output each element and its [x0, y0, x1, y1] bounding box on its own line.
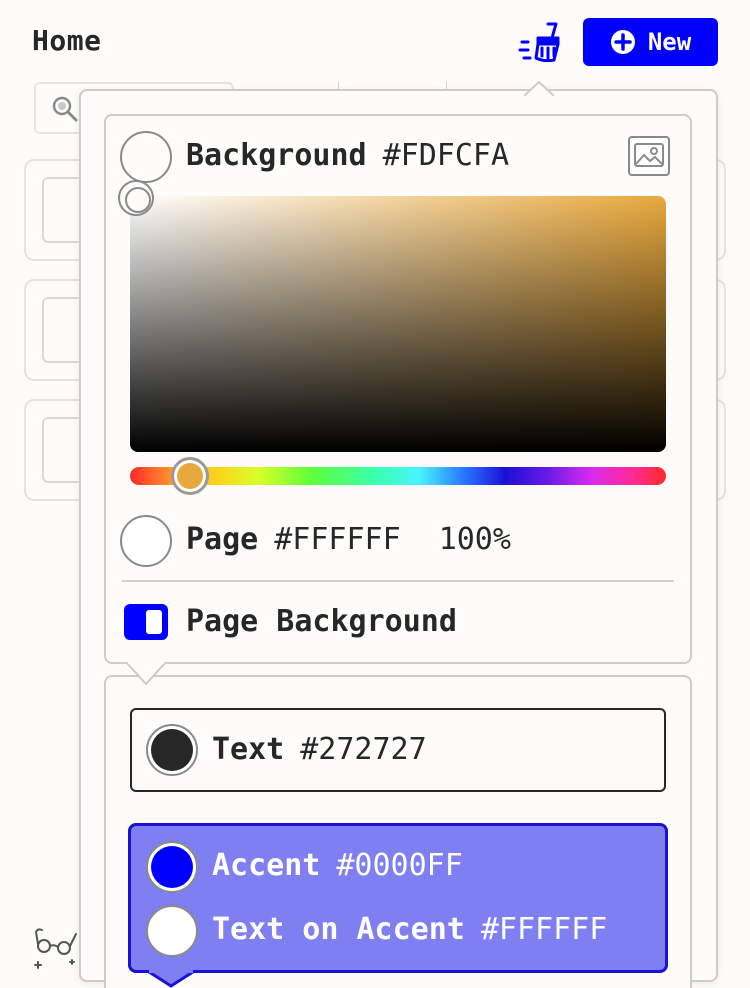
page-title: Home [32, 24, 102, 57]
panel-notch [126, 662, 166, 686]
hue-slider-handle[interactable] [171, 457, 209, 495]
image-icon[interactable] [628, 136, 670, 176]
toggle-knob [146, 610, 162, 634]
plus-circle-icon [610, 30, 635, 54]
page-color-row: Page #FFFFFF 100% [186, 522, 511, 557]
text-on-accent-hex: #FFFFFF [480, 912, 608, 947]
text-on-accent-row: Text on Accent #FFFFFF [212, 912, 607, 947]
paint-brush-icon[interactable] [518, 20, 564, 64]
page-background-row: Page Background [186, 604, 457, 639]
accent-color-row: Accent #0000FF [212, 848, 463, 883]
page-opacity[interactable]: 100% [439, 522, 511, 557]
saturation-brightness-picker[interactable] [130, 196, 666, 452]
text-label: Text [212, 732, 285, 767]
background-label: Background [186, 138, 367, 173]
page-background-toggle[interactable] [124, 604, 168, 640]
glasses-icon[interactable] [32, 924, 80, 970]
text-on-accent-label: Text on Accent [212, 912, 465, 947]
popover-notch [524, 80, 554, 96]
new-button[interactable]: New [583, 18, 718, 66]
page-color-swatch[interactable] [120, 515, 172, 567]
saturation-handle[interactable] [118, 180, 154, 216]
accent-color-option[interactable] [128, 823, 668, 973]
background-row: Background #FDFCFA [186, 138, 509, 173]
text-color-swatch[interactable] [146, 724, 198, 776]
page-background-label: Page Background [186, 604, 457, 639]
divider [122, 580, 674, 582]
new-button-label: New [647, 28, 692, 56]
page-hex: #FFFFFF [274, 522, 401, 557]
page-label: Page [186, 522, 259, 557]
accent-hex: #0000FF [336, 848, 463, 883]
background-swatch[interactable] [120, 131, 172, 183]
accent-color-swatch[interactable] [146, 841, 198, 893]
hue-slider[interactable] [130, 467, 666, 485]
search-icon [52, 96, 78, 122]
text-color-row: Text #272727 [212, 732, 427, 767]
home-page: Home New Background #FDFCFA Page #FFFFFF… [0, 0, 750, 988]
accent-notch [146, 970, 196, 988]
background-hex: #FDFCFA [382, 138, 510, 173]
text-on-accent-swatch[interactable] [146, 905, 198, 957]
accent-label: Accent [212, 848, 321, 883]
text-hex: #272727 [300, 732, 427, 767]
